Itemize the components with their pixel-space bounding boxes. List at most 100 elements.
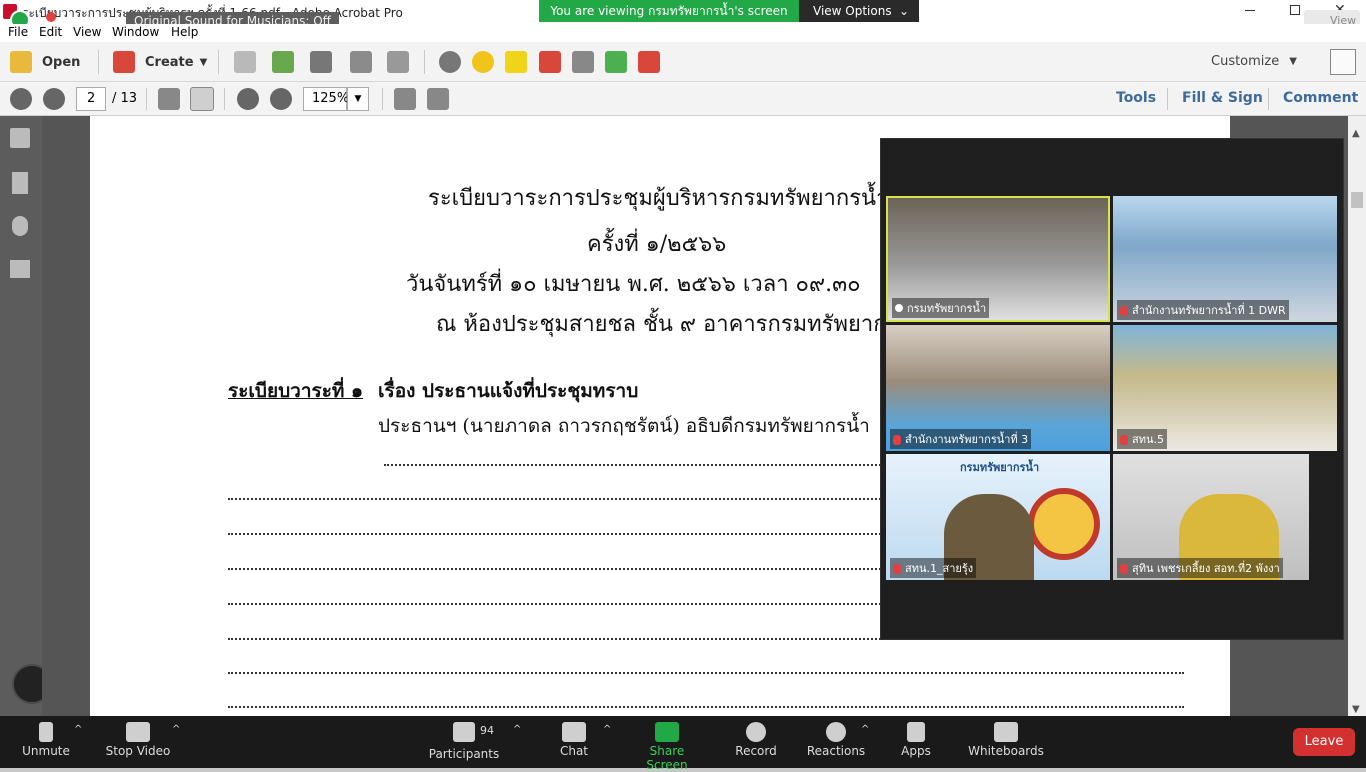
agenda-label: ระเบียบวาระที่ ๑ bbox=[228, 380, 364, 402]
maximize-icon[interactable] bbox=[1290, 5, 1300, 15]
mic-muted-icon bbox=[893, 435, 901, 445]
dotted-line bbox=[228, 672, 1184, 674]
zoom-dropdown-button[interactable]: ▼ bbox=[347, 87, 369, 111]
expand-icon[interactable] bbox=[1330, 49, 1356, 75]
participant-tile[interactable]: สุทิน เพชรเกลี้ยง สอท.ที่2 พังงา bbox=[1113, 454, 1309, 580]
participants-button[interactable]: 94 Participants bbox=[428, 716, 500, 761]
doc-title: ระเบียบวาระการประชุมผู้บริหารกรมทรัพยากร… bbox=[428, 186, 889, 211]
folder-icon bbox=[10, 51, 32, 73]
page-total: / 13 bbox=[112, 91, 138, 106]
scroll-thumb[interactable] bbox=[1351, 192, 1363, 208]
pin-icon bbox=[895, 304, 903, 312]
doc-location: ณ ห้องประชุมสายชล ชั้น ๙ อาคารกรมทรัพยาก… bbox=[436, 312, 926, 337]
cloud-upload-icon[interactable] bbox=[272, 51, 294, 73]
view-options-button[interactable]: View Options ⌄ bbox=[799, 0, 919, 22]
create-dropdown-icon: ▼ bbox=[199, 56, 208, 68]
menu-help[interactable]: Help bbox=[171, 25, 198, 39]
email-icon[interactable] bbox=[387, 51, 409, 73]
apps-label: Apps bbox=[901, 744, 931, 758]
participant-tile[interactable]: สำนักงานทรัพยากรน้ำที่ 3 bbox=[886, 325, 1110, 451]
gear-icon[interactable] bbox=[439, 51, 461, 73]
view-options-label: View Options bbox=[813, 4, 892, 18]
customize-dropdown-icon: ▼ bbox=[1289, 56, 1297, 67]
share-banner: You are viewing กรมทรัพยากรน้ำ's screen bbox=[539, 0, 799, 22]
chat-options-caret[interactable]: ^ bbox=[603, 724, 611, 735]
next-page-icon[interactable] bbox=[43, 88, 65, 110]
dotted-line bbox=[228, 706, 1184, 708]
tools-tab[interactable]: Tools bbox=[1116, 90, 1156, 106]
reactions-options-caret[interactable]: ^ bbox=[861, 724, 869, 735]
participant-tile[interactable]: กรมทรัพยากรน้ำ สทน.1_สายรุ้ง bbox=[886, 454, 1110, 580]
vertical-scrollbar[interactable]: ▲ ▼ bbox=[1348, 116, 1366, 716]
minimize-icon[interactable] bbox=[1245, 10, 1255, 11]
chat-button[interactable]: Chat bbox=[554, 716, 594, 758]
search-doc-icon[interactable] bbox=[572, 51, 594, 73]
sign-icon[interactable] bbox=[638, 51, 660, 73]
participant-tile[interactable]: สำนักงานทรัพยากรน้ำที่ 1 DWR bbox=[1113, 196, 1337, 322]
hand-tool-icon[interactable] bbox=[190, 87, 214, 111]
share-screen-button[interactable]: Share Screen bbox=[628, 716, 706, 772]
zoom-in-icon[interactable] bbox=[270, 88, 292, 110]
stop-video-button[interactable]: Stop Video bbox=[104, 716, 172, 758]
audio-options-caret[interactable]: ^ bbox=[74, 724, 82, 735]
apps-button[interactable]: Apps bbox=[896, 716, 936, 758]
comment-tab[interactable]: Comment bbox=[1283, 90, 1358, 106]
customize-button[interactable]: Customize ▼ bbox=[1211, 54, 1297, 69]
participants-options-caret[interactable]: ^ bbox=[513, 724, 521, 735]
scroll-down-icon[interactable]: ▼ bbox=[1352, 704, 1360, 715]
whiteboards-button[interactable]: Whiteboards bbox=[968, 716, 1044, 758]
unmute-button[interactable]: Unmute bbox=[18, 716, 74, 758]
mic-muted-icon bbox=[39, 722, 53, 742]
participants-label: Participants bbox=[428, 747, 500, 761]
page-number-input[interactable]: 2 bbox=[76, 87, 106, 111]
record-label: Record bbox=[735, 744, 777, 758]
doc-meeting-number: ครั้งที่ ๑/๒๕๖๖ bbox=[587, 232, 727, 257]
bookmark-icon[interactable] bbox=[12, 172, 28, 194]
reactions-button[interactable]: Reactions bbox=[806, 716, 866, 758]
agenda-title: เรื่อง ประธานแจ้งที่ประชุมทราบ bbox=[378, 380, 639, 402]
participant-name: สุทิน เพชรเกลี้ยง สอท.ที่2 พังงา bbox=[1117, 558, 1283, 578]
fit-page-icon[interactable] bbox=[394, 88, 416, 110]
create-label: Create bbox=[145, 54, 194, 70]
no-gift-icon bbox=[1028, 488, 1100, 560]
record-button[interactable]: Record bbox=[732, 716, 780, 758]
record-icon bbox=[746, 722, 766, 742]
zoom-meeting-controls: Unmute ^ Stop Video ^ 94 Participants ^ … bbox=[0, 716, 1366, 772]
comment-bubble-icon[interactable] bbox=[472, 51, 494, 73]
zoom-level-input[interactable]: 125% bbox=[303, 87, 349, 111]
fill-sign-tab[interactable]: Fill & Sign bbox=[1182, 90, 1263, 106]
unmute-label: Unmute bbox=[22, 744, 70, 758]
open-button[interactable]: Open bbox=[10, 51, 80, 73]
print-icon[interactable] bbox=[310, 51, 332, 73]
paperclip-icon[interactable] bbox=[12, 216, 28, 236]
signature-icon[interactable] bbox=[10, 260, 30, 278]
reactions-label: Reactions bbox=[806, 744, 866, 758]
create-button[interactable]: Create ▼ bbox=[113, 51, 207, 73]
highlight-icon[interactable] bbox=[505, 51, 527, 73]
full-screen-icon[interactable] bbox=[427, 88, 449, 110]
menu-edit[interactable]: Edit bbox=[39, 25, 62, 39]
whiteboards-label: Whiteboards bbox=[968, 744, 1044, 758]
leave-button[interactable]: Leave bbox=[1293, 728, 1355, 756]
delete-page-icon[interactable] bbox=[539, 51, 561, 73]
stop-video-label: Stop Video bbox=[105, 744, 171, 758]
participants-icon bbox=[453, 722, 475, 742]
participant-name: กรมทรัพยากรน้ำ bbox=[892, 298, 990, 318]
participant-name: สทน.5 bbox=[1117, 429, 1167, 449]
menu-file[interactable]: File bbox=[8, 25, 28, 39]
select-cursor-icon[interactable] bbox=[158, 88, 180, 110]
scroll-up-icon[interactable]: ▲ bbox=[1352, 128, 1360, 139]
tile-header-text: กรมทรัพยากรน้ำ bbox=[960, 461, 1040, 474]
save-icon[interactable] bbox=[234, 51, 256, 73]
edit-icon[interactable] bbox=[350, 51, 372, 73]
video-options-caret[interactable]: ^ bbox=[172, 724, 180, 735]
left-navigation-rail bbox=[0, 116, 52, 716]
participant-tile[interactable]: กรมทรัพยากรน้ำ bbox=[886, 196, 1110, 322]
zoom-out-icon[interactable] bbox=[237, 88, 259, 110]
menu-window[interactable]: Window bbox=[112, 25, 159, 39]
previous-page-icon[interactable] bbox=[10, 88, 32, 110]
menu-view[interactable]: View bbox=[73, 25, 101, 39]
page-thumbnails-icon[interactable] bbox=[10, 128, 30, 148]
export-icon[interactable] bbox=[605, 51, 627, 73]
participant-tile[interactable]: สทน.5 bbox=[1113, 325, 1337, 451]
